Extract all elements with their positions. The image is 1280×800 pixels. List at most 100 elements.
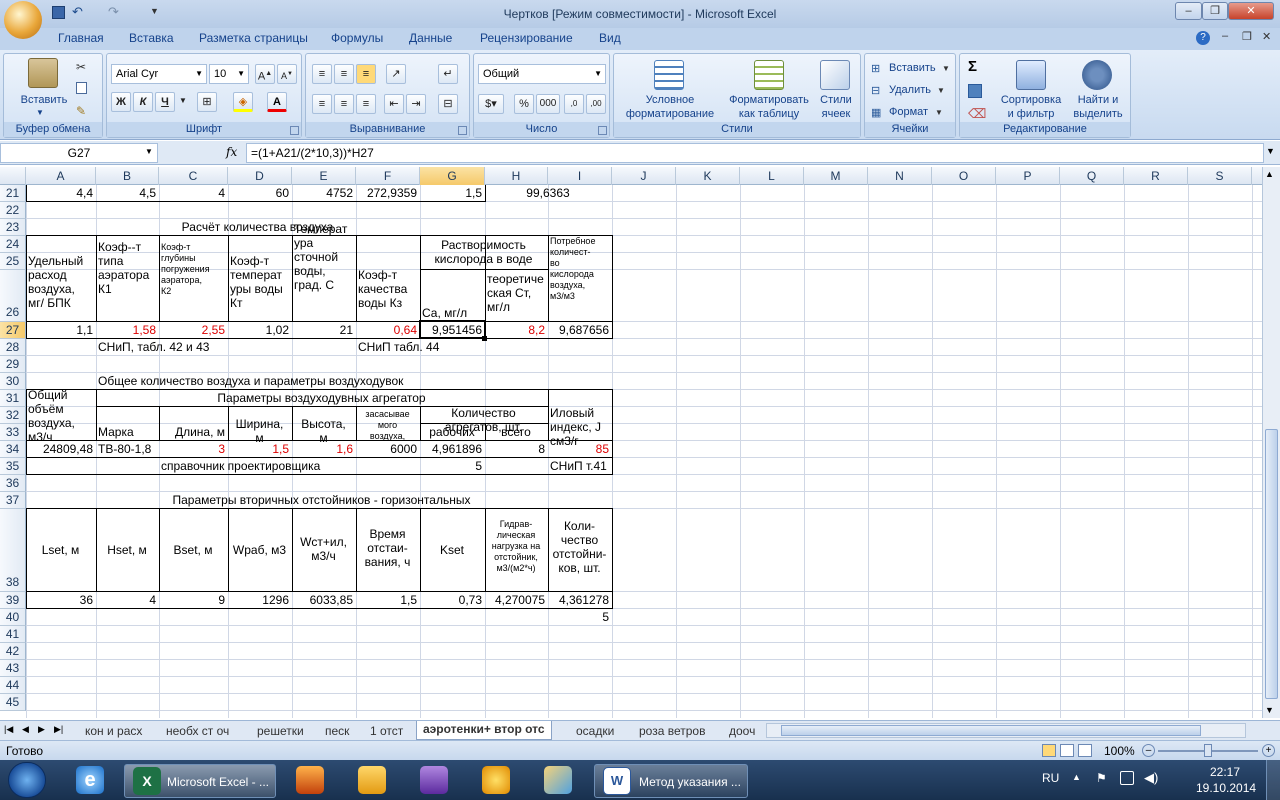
cell-c21[interactable]: 4	[161, 186, 225, 200]
row-header-33[interactable]: 33	[0, 424, 26, 441]
row-header-43[interactable]: 43	[0, 660, 26, 677]
formula-expand-icon[interactable]: ▼	[1266, 146, 1275, 156]
tab-insert[interactable]: Вставка	[129, 31, 174, 45]
cell-d39[interactable]: 1296	[230, 593, 289, 607]
delete-cells-button[interactable]: Удалить	[889, 84, 931, 96]
insert-cells-icon[interactable]: ⊞	[871, 62, 880, 75]
borders-button[interactable]: ⊞	[197, 92, 217, 112]
tab-formulas[interactable]: Формулы	[331, 31, 383, 45]
tab-data[interactable]: Данные	[409, 31, 452, 45]
app-icon-4[interactable]	[482, 766, 510, 794]
align-center-button[interactable]: ≡	[334, 94, 354, 114]
column-header-e[interactable]: E	[292, 167, 356, 185]
align-top-button[interactable]: ≡	[312, 64, 332, 84]
format-as-table-icon[interactable]	[754, 60, 784, 90]
sort-filter-label1[interactable]: Сортировка	[994, 94, 1068, 106]
note-i35[interactable]: СНиП т.41	[550, 459, 609, 473]
internet-explorer-icon[interactable]: e	[76, 766, 104, 794]
format-cells-dropdown-icon[interactable]: ▼	[935, 108, 943, 117]
header-a31[interactable]: Общий объём воздуха, м3/ч	[28, 388, 93, 444]
note-b28[interactable]: СНиП, табл. 42 и 43	[98, 340, 289, 354]
align-bottom-button[interactable]: ≡	[356, 64, 376, 84]
sheet-tab-7[interactable]: осадки	[576, 723, 614, 740]
tray-expand-icon[interactable]: ▲	[1072, 772, 1081, 782]
cell-h27[interactable]: 8,2	[487, 323, 545, 337]
clock-date[interactable]: 19.10.2014	[1196, 781, 1256, 795]
shrink-font-button[interactable]: A▼	[277, 64, 297, 84]
font-size-dropdown-icon[interactable]: ▼	[237, 65, 245, 83]
header-h38[interactable]: Гидрав-лическая нагрузка на отстойник, м3/(…	[487, 519, 545, 574]
header-e38[interactable]: Wст+ил, м3/ч	[294, 535, 353, 563]
conditional-formatting-label2[interactable]: форматирование	[618, 108, 722, 120]
column-header-l[interactable]: L	[740, 167, 804, 185]
zoom-slider-thumb[interactable]	[1204, 744, 1212, 757]
header-g26[interactable]: Са, мг/л	[422, 306, 482, 320]
header-bh31[interactable]: Параметры воздуходувных агрегатор	[98, 391, 545, 405]
header-b26[interactable]: Коэф--т типа аэратора К1	[98, 240, 156, 296]
number-format-combo[interactable]: Общий ▼	[478, 64, 606, 84]
sheet-tab-active[interactable]: аэротенки+ втор отс	[416, 721, 552, 740]
row-header-30[interactable]: 30	[0, 373, 26, 390]
orientation-button[interactable]: ↗	[386, 64, 406, 84]
header-d38[interactable]: Wраб, м3	[230, 543, 289, 557]
cell-g39[interactable]: 0,73	[422, 593, 482, 607]
merge-center-button[interactable]: ⊟	[438, 94, 458, 114]
zoom-in-button[interactable]: +	[1262, 744, 1275, 757]
header-f26[interactable]: Коэф-т качества воды Кз	[358, 268, 417, 310]
format-painter-icon[interactable]: ✎	[76, 104, 86, 118]
header-b38[interactable]: Hset, м	[98, 543, 156, 557]
paint-icon[interactable]	[544, 766, 572, 794]
horizontal-scrollbar[interactable]	[766, 723, 1246, 738]
cell-a39[interactable]: 36	[28, 593, 93, 607]
cell-c39[interactable]: 9	[161, 593, 225, 607]
header-f38[interactable]: Время отстаи-вания, ч	[358, 527, 417, 569]
formula-function-icon[interactable]: fx	[226, 145, 237, 159]
last-sheet-icon[interactable]: ▶|	[54, 724, 63, 735]
start-button-icon[interactable]	[8, 762, 46, 798]
row-header-37[interactable]: 37	[0, 492, 26, 509]
scroll-up-icon[interactable]: ▲	[1265, 169, 1274, 179]
column-header-n[interactable]: N	[868, 167, 932, 185]
sheet-tab-8[interactable]: роза ветров	[639, 723, 705, 740]
row-header-36[interactable]: 36	[0, 475, 26, 492]
delete-cells-icon[interactable]: ⊟	[871, 84, 880, 97]
cell-styles-label1[interactable]: Стили	[814, 94, 858, 106]
cell-styles-label2[interactable]: ячеек	[814, 108, 858, 120]
column-header-q[interactable]: Q	[1060, 167, 1124, 185]
column-header-o[interactable]: O	[932, 167, 996, 185]
header-c38[interactable]: Bset, м	[161, 543, 225, 557]
percent-button[interactable]: %	[514, 94, 534, 114]
note-c35[interactable]: справочник проектировщика	[161, 459, 417, 473]
row-header-28[interactable]: 28	[0, 339, 26, 356]
row-header-31[interactable]: 31	[0, 390, 26, 407]
section-title-air[interactable]: Расчёт количества воздуха	[98, 220, 417, 234]
insert-cells-button[interactable]: Вставить	[889, 62, 936, 74]
flag-icon[interactable]: ⚑	[1096, 771, 1107, 785]
app-icon-3[interactable]	[420, 766, 448, 794]
ribbon-close-icon[interactable]: ✕	[1262, 30, 1271, 43]
column-header-s[interactable]: S	[1188, 167, 1252, 185]
cell-b34[interactable]: ТВ-80-1,8	[98, 442, 156, 456]
row-header-32[interactable]: 32	[0, 407, 26, 424]
delete-cells-dropdown-icon[interactable]: ▼	[937, 86, 945, 95]
column-header-d[interactable]: D	[228, 167, 292, 185]
header-gh24[interactable]: Растворимость кислорода в воде	[422, 238, 545, 266]
font-name-dropdown-icon[interactable]: ▼	[195, 65, 203, 83]
page-break-view-button[interactable]	[1078, 744, 1092, 757]
row-header-34[interactable]: 34	[0, 441, 26, 458]
align-left-button[interactable]: ≡	[312, 94, 332, 114]
office-button[interactable]	[4, 1, 42, 39]
find-select-label1[interactable]: Найти и	[1068, 94, 1128, 106]
fill-color-button[interactable]: ◈	[233, 92, 253, 112]
column-header-a[interactable]: A	[26, 167, 96, 185]
cell-e27[interactable]: 21	[294, 323, 353, 337]
column-header-m[interactable]: M	[804, 167, 868, 185]
close-button[interactable]: ✕	[1228, 2, 1274, 20]
underline-button[interactable]: Ч	[155, 92, 175, 112]
underline-dropdown-icon[interactable]: ▼	[177, 92, 189, 112]
hscroll-thumb[interactable]	[781, 725, 1201, 736]
bold-button[interactable]: Ж	[111, 92, 131, 112]
taskbar-word-button[interactable]: W Метод указания ...	[594, 764, 748, 798]
zoom-out-button[interactable]: –	[1142, 744, 1155, 757]
cell-a27[interactable]: 1,1	[28, 323, 93, 337]
